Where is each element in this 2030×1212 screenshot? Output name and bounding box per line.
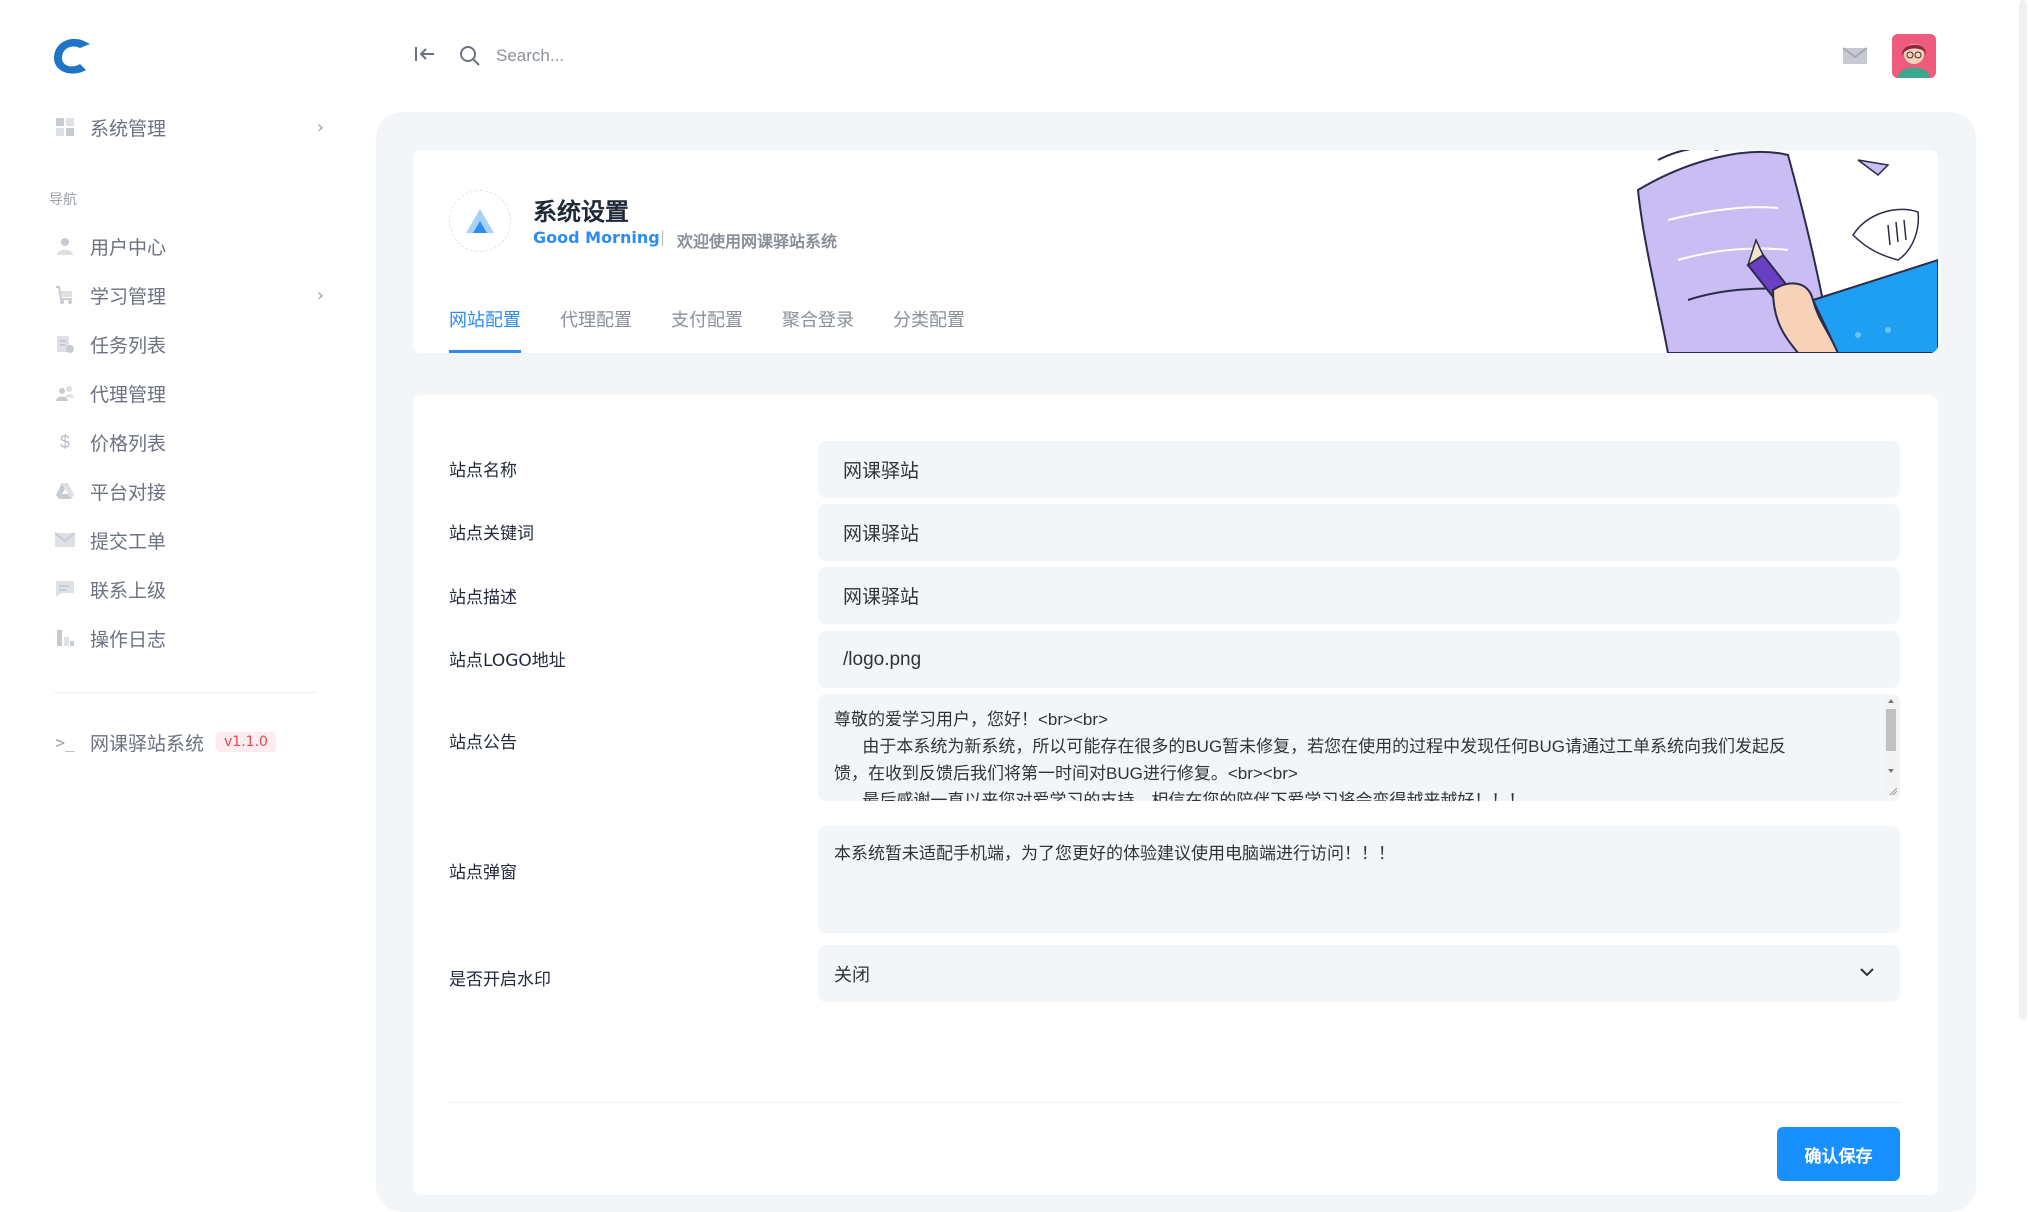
sidebar-item-label: 联系上级	[90, 579, 167, 602]
platform-icon	[54, 480, 76, 502]
site-logo-label: 站点LOGO地址	[449, 651, 566, 671]
brand-badge	[449, 190, 511, 252]
sidebar-item-platform[interactable]: 平台对接	[54, 469, 324, 513]
sidebar-item-label: 系统管理	[90, 117, 167, 140]
sidebar-item-label: 代理管理	[90, 383, 167, 406]
site-name-label: 站点名称	[449, 461, 517, 481]
welcome-text: 欢迎使用网课驿站系统	[677, 232, 838, 251]
version-badge: v1.1.0	[216, 732, 276, 752]
sidebar-item-submit-ticket[interactable]: 提交工单	[54, 518, 324, 562]
site-keywords-input[interactable]: 网课驿站	[818, 504, 1900, 561]
tab-payment-config[interactable]: 支付配置	[671, 306, 743, 353]
save-button[interactable]: 确认保存	[1777, 1127, 1900, 1181]
tab-agent-config[interactable]: 代理配置	[560, 306, 632, 353]
site-name-input[interactable]: 网课驿站	[818, 441, 1900, 498]
site-popup-textarea[interactable]: 本系统暂未适配手机端，为了您更好的体验建议使用电脑端进行访问！！！	[818, 826, 1900, 933]
site-notice-label: 站点公告	[449, 733, 517, 753]
notice-line: 由于本系统为新系统，所以可能存在很多的BUG暂未修复，若您在使用的过程中发现任何…	[834, 737, 1787, 756]
mail-icon	[54, 529, 76, 551]
sidebar-item-system-version[interactable]: >_ 网课驿站系统 v1.1.0	[54, 720, 324, 764]
system-name-label: 网课驿站系统	[90, 732, 205, 755]
chevron-down-icon	[1860, 968, 1874, 977]
greeting-text: Good Morning	[533, 228, 660, 247]
nav-section-label: 导航	[49, 192, 77, 208]
writing-illustration	[1636, 150, 1938, 353]
sidebar-item-label: 任务列表	[90, 334, 167, 357]
watermark-select[interactable]: 关闭	[818, 945, 1900, 1002]
site-description-label: 站点描述	[449, 588, 517, 608]
topbar	[340, 0, 2030, 110]
watermark-selected-value: 关闭	[834, 964, 870, 985]
grid-icon	[54, 116, 76, 138]
form-divider	[449, 1102, 1900, 1103]
terminal-icon: >_	[55, 732, 75, 752]
site-logo-input[interactable]: /logo.png	[818, 631, 1900, 688]
header-separator: |	[660, 228, 666, 246]
sidebar-item-label: 操作日志	[90, 628, 167, 651]
site-keywords-label: 站点关键词	[449, 524, 534, 544]
page-scrollbar-thumb[interactable]	[2019, 0, 2027, 1020]
header-card: 系统设置 Good Morning | 欢迎使用网课驿站系统 网站配置 代理配置…	[413, 150, 1938, 353]
chart-icon	[54, 627, 76, 649]
sidebar-item-logs[interactable]: 操作日志	[54, 616, 324, 660]
watermark-label: 是否开启水印	[449, 970, 551, 990]
sidebar-item-contact[interactable]: 联系上级	[54, 567, 324, 611]
sidebar-item-label: 提交工单	[90, 530, 167, 553]
chevron-right-icon: ›	[316, 116, 324, 138]
tab-category-config[interactable]: 分类配置	[893, 306, 965, 353]
sidebar-item-label: 价格列表	[90, 432, 167, 455]
tab-aggregate-login[interactable]: 聚合登录	[782, 306, 854, 353]
sidebar-divider	[54, 692, 316, 693]
sidebar: 系统管理 › 导航 用户中心 学习管理 › 任务列表 代理管理 $ 价格列表 平…	[0, 0, 340, 1177]
sidebar-item-agents[interactable]: 代理管理	[54, 371, 324, 415]
search-input[interactable]	[496, 40, 796, 72]
triangle-logo-icon	[466, 209, 494, 233]
chevron-right-icon: ›	[316, 284, 324, 306]
dollar-icon: $	[59, 431, 70, 452]
avatar[interactable]	[1892, 34, 1936, 78]
collapse-sidebar-icon[interactable]	[414, 44, 436, 69]
site-notice-textarea[interactable]: 尊敬的爱学习用户，您好！<br><br> 由于本系统为新系统，所以可能存在很多的…	[818, 694, 1900, 801]
sidebar-item-label: 学习管理	[90, 285, 167, 308]
brand-logo-icon[interactable]	[50, 34, 94, 78]
notice-line: 尊敬的爱学习用户，您好！<br><br>	[834, 710, 1108, 729]
search-icon[interactable]	[458, 44, 482, 68]
mail-icon[interactable]	[1842, 46, 1868, 66]
user-icon	[54, 235, 76, 257]
notice-line: 最后感谢一直以来您对爱学习的支持，相信在您的陪伴下爱学习将会变得越来越好！！！	[834, 791, 1526, 801]
sidebar-item-user-center[interactable]: 用户中心	[54, 224, 324, 268]
tab-site-config[interactable]: 网站配置	[449, 306, 521, 353]
site-popup-label: 站点弹窗	[449, 863, 517, 883]
sidebar-item-tasks[interactable]: 任务列表	[54, 322, 324, 366]
sidebar-item-label: 用户中心	[90, 236, 167, 259]
site-description-input[interactable]: 网课驿站	[818, 567, 1900, 624]
settings-tabs: 网站配置 代理配置 支付配置 聚合登录 分类配置	[449, 306, 1004, 353]
sidebar-item-system[interactable]: 系统管理 ›	[54, 105, 324, 149]
notice-line: 馈，在收到反馈后我们将第一时间对BUG进行修复。<br><br>	[834, 764, 1298, 783]
sidebar-item-label: 平台对接	[90, 481, 167, 504]
cart-icon	[54, 284, 76, 306]
settings-form: 站点名称 网课驿站 站点关键词 网课驿站 站点描述 网课驿站 站点LOGO地址 …	[413, 395, 1938, 1195]
textarea-scrollbar[interactable]	[1884, 696, 1898, 796]
page-title: 系统设置	[533, 198, 629, 226]
page-scrollbar[interactable]	[2016, 0, 2030, 1177]
chat-icon	[54, 578, 76, 600]
users-icon	[54, 382, 76, 404]
task-icon	[54, 333, 76, 355]
sidebar-item-learning[interactable]: 学习管理 ›	[54, 273, 324, 317]
sidebar-item-prices[interactable]: $ 价格列表	[54, 420, 324, 464]
